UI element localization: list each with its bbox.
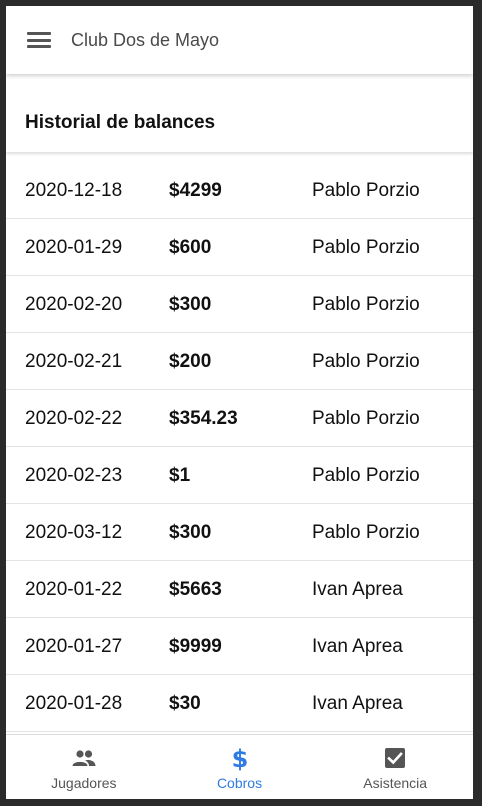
section-header: Historial de balances xyxy=(6,74,473,152)
nav-item-asistencia[interactable]: Asistencia xyxy=(317,735,473,799)
dollar-icon: $ xyxy=(231,745,249,771)
balance-row[interactable]: 2020-02-22 $354.23 Pablo Porzio xyxy=(6,390,473,447)
app-title: Club Dos de Mayo xyxy=(71,29,220,50)
balance-row[interactable]: 2020-03-12 $300 Pablo Porzio xyxy=(6,504,473,561)
balance-row[interactable]: 2020-02-21 $200 Pablo Porzio xyxy=(6,333,473,390)
balance-row[interactable]: 2020-01-22 $5663 Ivan Aprea xyxy=(6,561,473,618)
balance-player-name: Pablo Porzio xyxy=(312,465,420,486)
balance-player-name: Pablo Porzio xyxy=(312,237,420,258)
menu-icon[interactable] xyxy=(27,31,51,49)
balance-date: 2020-02-22 xyxy=(25,408,123,429)
nav-label: Cobros xyxy=(216,775,263,791)
balance-row[interactable]: 2020-01-28 $30 Ivan Aprea xyxy=(6,675,473,732)
balance-history-panel[interactable]: Historial de balances 2020-12-18 $4299 Pab… xyxy=(6,74,473,734)
balance-date: 2020-01-29 xyxy=(25,237,123,258)
balance-row[interactable]: 2020-02-20 $300 Pablo Porzio xyxy=(6,276,473,333)
balance-amount: $4299 xyxy=(169,180,222,201)
balance-amount: $600 xyxy=(169,237,212,258)
balance-player-name: Pablo Porzio xyxy=(312,522,420,543)
balance-date: 2020-01-28 xyxy=(25,693,123,714)
balance-row[interactable]: 2020-01-27 $9999 Ivan Aprea xyxy=(6,618,473,675)
nav-label: Asistencia xyxy=(363,775,428,791)
bottom-navigation: Jugadores $ Cobros Asistencia xyxy=(6,734,473,799)
balance-amount: $5663 xyxy=(169,579,222,600)
nav-item-jugadores[interactable]: Jugadores xyxy=(6,735,162,799)
balance-row[interactable]: 2020-12-18 $4299 Pablo Porzio xyxy=(6,162,473,219)
check-box-icon xyxy=(384,746,406,770)
balance-row[interactable]: 2020-01-29 $600 Pablo Porzio xyxy=(6,219,473,276)
balance-date: 2020-01-22 xyxy=(25,579,123,600)
balance-amount: $300 xyxy=(169,522,212,543)
balance-list[interactable]: 2020-12-18 $4299 Pablo Porzio 2020-01-29 $60… xyxy=(6,162,473,734)
balance-player-name: Ivan Aprea xyxy=(312,693,403,714)
nav-item-cobros[interactable]: $ Cobros xyxy=(162,735,318,799)
balance-row[interactable]: 2020-02-23 $1 Pablo Porzio xyxy=(6,447,473,504)
balance-amount: $30 xyxy=(169,693,201,714)
balance-amount: $200 xyxy=(169,351,212,372)
balance-amount: $354.23 xyxy=(169,408,238,429)
app-screen: Club Dos de Mayo Historial de balances 2… xyxy=(6,6,473,799)
section-title: Historial de balances xyxy=(25,112,216,133)
balance-player-name: Pablo Porzio xyxy=(312,180,420,201)
balance-date: 2020-03-12 xyxy=(25,522,123,543)
balance-amount: $300 xyxy=(169,294,212,315)
balance-amount: $9999 xyxy=(169,636,222,657)
balance-player-name: Pablo Porzio xyxy=(312,408,420,429)
balance-player-name: Pablo Porzio xyxy=(312,351,420,372)
balance-amount: $1 xyxy=(169,465,191,486)
balance-date: 2020-02-23 xyxy=(25,465,123,486)
balance-player-name: Ivan Aprea xyxy=(312,579,403,600)
balance-date: 2020-12-18 xyxy=(25,180,123,201)
balance-player-name: Pablo Porzio xyxy=(312,294,420,315)
balance-date: 2020-02-20 xyxy=(25,294,123,315)
svg-text:$: $ xyxy=(231,745,248,771)
nav-label: Jugadores xyxy=(51,775,117,791)
people-icon xyxy=(72,746,96,770)
balance-date: 2020-02-21 xyxy=(25,351,123,372)
balance-date: 2020-01-27 xyxy=(25,636,123,657)
app-bar: Club Dos de Mayo xyxy=(6,6,473,74)
balance-player-name: Ivan Aprea xyxy=(312,636,403,657)
